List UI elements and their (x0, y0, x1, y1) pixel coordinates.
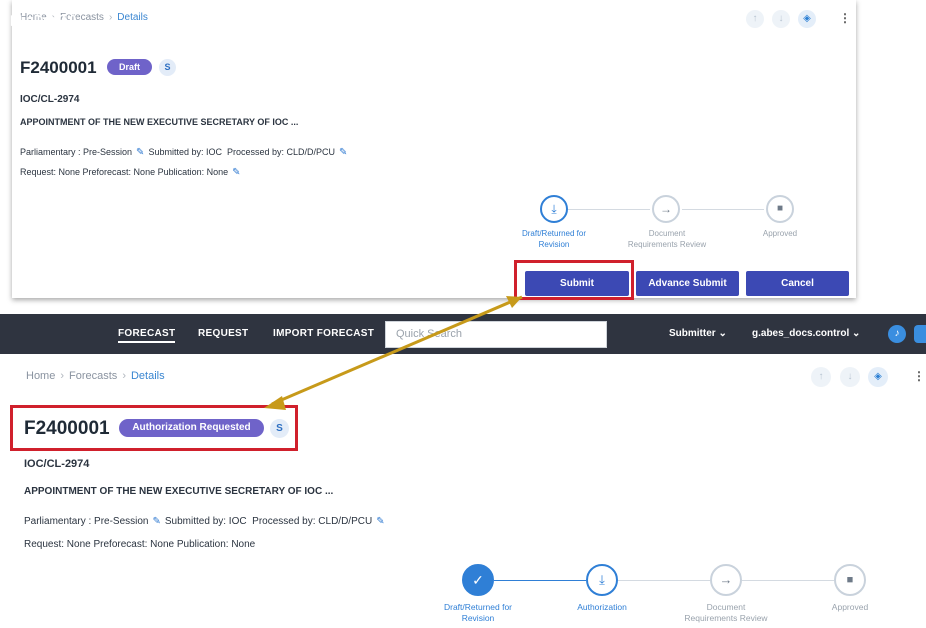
annotation-arrow (264, 295, 523, 410)
